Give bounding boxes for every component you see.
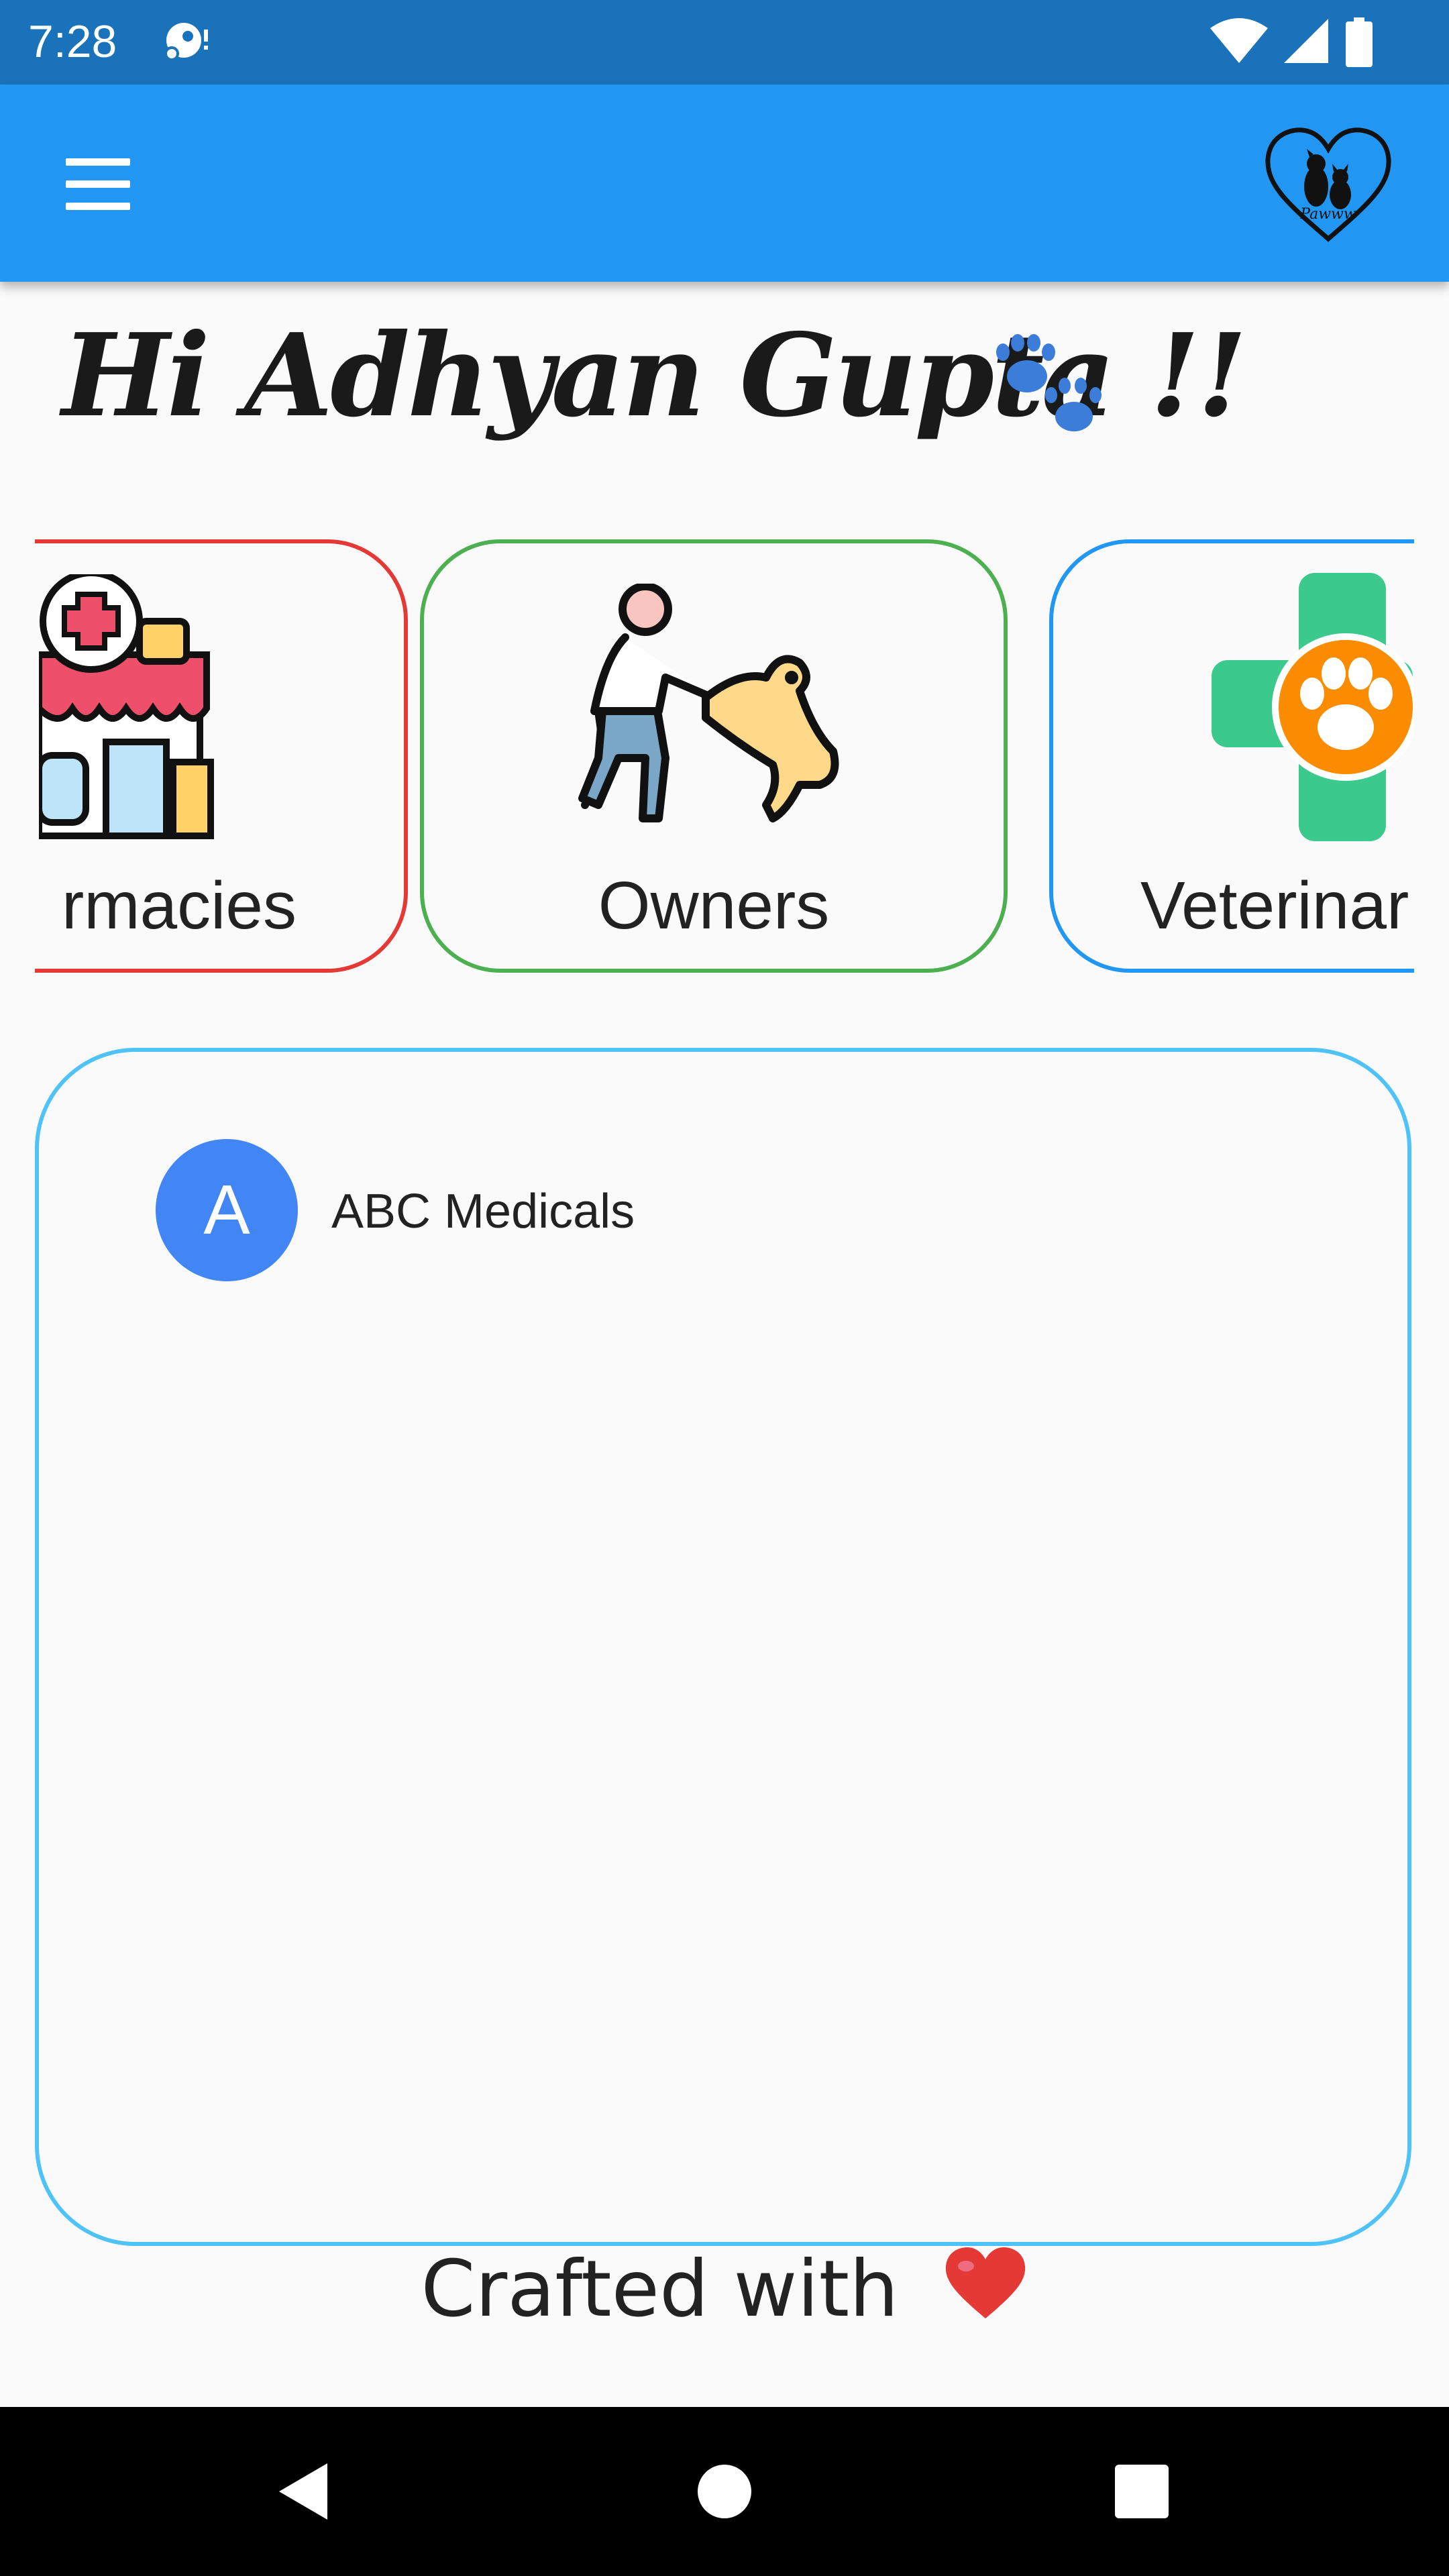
pharmacy-store-icon	[39, 574, 214, 839]
nav-home-button[interactable]	[678, 2445, 771, 2538]
nav-back-button[interactable]	[255, 2445, 349, 2538]
system-nav-bar	[0, 2407, 1449, 2576]
menu-button[interactable]	[54, 149, 141, 223]
hamburger-line	[66, 203, 130, 210]
category-carousel[interactable]: rmacies Owners Veterinar	[35, 537, 1414, 979]
vet-cross-paw-icon	[1212, 573, 1414, 841]
status-time: 7:28	[28, 16, 117, 67]
results-list-panel[interactable]: A ABC Medicals	[35, 1048, 1411, 2246]
back-triangle-icon	[279, 2463, 327, 2520]
category-card-pharmacies[interactable]: rmacies	[35, 539, 408, 973]
nav-recents-button[interactable]	[1095, 2445, 1189, 2538]
paw-prints-icon	[996, 334, 1102, 431]
list-item-title: ABC Medicals	[331, 1185, 635, 1238]
home-circle-icon	[698, 2465, 751, 2518]
category-label: rmacies	[61, 868, 297, 943]
app-logo-heart-icon[interactable]: Pawww	[1263, 125, 1394, 244]
battery-icon	[1346, 17, 1373, 67]
recents-square-icon	[1115, 2465, 1169, 2518]
category-label: Veterinar	[1140, 868, 1409, 943]
status-bar: 7:28	[0, 0, 1449, 85]
category-label: Owners	[598, 868, 830, 943]
category-card-owners[interactable]: Owners	[420, 539, 1008, 973]
media-notification-icon	[164, 23, 208, 60]
category-card-veterinarians[interactable]: Veterinar	[1049, 539, 1414, 973]
wifi-icon	[1210, 18, 1268, 63]
cellular-signal-icon	[1284, 19, 1328, 63]
heart-icon	[946, 2247, 1026, 2318]
avatar: A	[156, 1139, 298, 1281]
hamburger-menu-icon	[66, 158, 130, 166]
footer-text: Crafted with	[421, 2244, 899, 2334]
person-playing-with-dog-icon	[578, 584, 839, 822]
footer: Crafted with	[0, 2239, 1449, 2340]
logo-text: Pawww	[1299, 206, 1356, 223]
list-item[interactable]: A ABC Medicals	[156, 1139, 1229, 1281]
hamburger-line	[66, 180, 130, 188]
app-bar: Pawww	[0, 85, 1449, 282]
